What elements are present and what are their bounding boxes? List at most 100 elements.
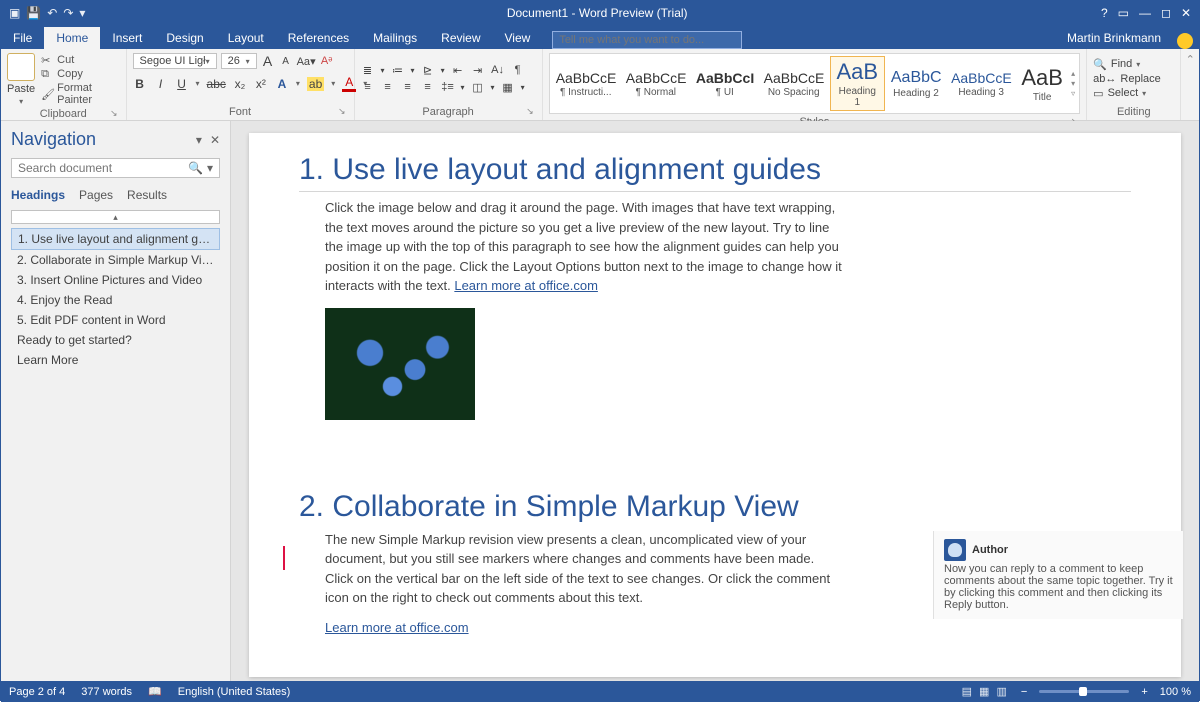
align-left-icon[interactable]: ≡ (361, 81, 375, 93)
font-dialog-icon[interactable]: ↘ (338, 106, 346, 117)
inline-image[interactable] (325, 308, 475, 420)
numbering-icon[interactable]: ≔ (391, 64, 405, 77)
paragraph-dialog-icon[interactable]: ↘ (526, 106, 534, 117)
superscript-button[interactable]: x² (254, 77, 268, 91)
feedback-smiley-icon[interactable] (1177, 33, 1193, 49)
nav-item-6[interactable]: Ready to get started? (11, 330, 220, 350)
increase-indent-icon[interactable]: ⇥ (471, 64, 485, 77)
shading-icon[interactable]: ◫ (471, 81, 485, 94)
subscript-button[interactable]: x₂ (233, 77, 247, 91)
strikethrough-button[interactable]: abc (207, 77, 226, 91)
window-ribbon-opts-icon[interactable]: ▭ (1118, 6, 1129, 20)
styles-row-down-icon[interactable]: ▾ (1071, 79, 1075, 88)
qat-save-icon[interactable]: 💾 (26, 6, 41, 20)
tab-insert[interactable]: Insert (100, 27, 154, 49)
font-size-select[interactable]: 26▾ (221, 53, 257, 69)
tab-mailings[interactable]: Mailings (361, 27, 429, 49)
justify-icon[interactable]: ≡ (421, 81, 435, 93)
style-heading2[interactable]: AaBbCHeading 2 (887, 67, 945, 101)
change-case-button[interactable]: Aa▾ (297, 55, 316, 68)
nav-dropdown-icon[interactable]: ▾ (196, 133, 202, 147)
search-options-icon[interactable]: ▾ (207, 161, 213, 175)
tab-layout[interactable]: Layout (216, 27, 276, 49)
multilevel-icon[interactable]: ⊵ (421, 64, 435, 77)
qat-customize-icon[interactable]: ▾ (79, 6, 85, 20)
shrink-font-icon[interactable]: A (279, 56, 293, 67)
styles-gallery[interactable]: AaBbCcE¶ Instructi... AaBbCcE¶ Normal Aa… (549, 53, 1080, 114)
zoom-slider[interactable] (1039, 690, 1129, 693)
collapse-ribbon-icon[interactable]: ⌃ (1181, 49, 1199, 120)
view-read-icon[interactable]: ▤ (960, 686, 974, 698)
heading-2[interactable]: 2. Collaborate in Simple Markup View (299, 490, 1131, 524)
nav-search[interactable]: 🔍▾ (11, 158, 220, 178)
highlight-button[interactable]: ab (307, 77, 324, 91)
revision-bar[interactable] (283, 546, 285, 570)
tell-me-input[interactable] (552, 31, 742, 49)
decrease-indent-icon[interactable]: ⇤ (451, 64, 465, 77)
bold-button[interactable]: B (133, 77, 147, 91)
paragraph-2[interactable]: The new Simple Markup revision view pres… (325, 530, 845, 608)
format-painter-button[interactable]: 🖌Format Painter (41, 82, 119, 106)
paste-button[interactable]: Paste (7, 83, 35, 95)
status-proofing-icon[interactable]: 📖 (148, 685, 162, 698)
cut-button[interactable]: ✂Cut (41, 54, 119, 66)
italic-button[interactable]: I (154, 77, 168, 91)
styles-row-up-icon[interactable]: ▴ (1071, 69, 1075, 78)
qat-redo-icon[interactable]: ↷ (63, 6, 73, 20)
clipboard-dialog-icon[interactable]: ↘ (110, 108, 118, 119)
window-close-icon[interactable]: ✕ (1181, 6, 1191, 20)
nav-close-icon[interactable]: ✕ (210, 133, 220, 147)
nav-item-3[interactable]: 3. Insert Online Pictures and Video (11, 270, 220, 290)
tab-references[interactable]: References (276, 27, 361, 49)
align-center-icon[interactable]: ≡ (381, 81, 395, 93)
view-web-icon[interactable]: ▥ (995, 686, 1009, 698)
nav-item-7[interactable]: Learn More (11, 350, 220, 370)
status-page[interactable]: Page 2 of 4 (9, 686, 65, 698)
paragraph-1[interactable]: Click the image below and drag it around… (325, 198, 845, 296)
styles-more-icon[interactable]: ▿ (1071, 89, 1075, 98)
link-learn-more-2[interactable]: Learn more at office.com (325, 620, 469, 635)
window-help-icon[interactable]: ? (1101, 6, 1108, 20)
style-ui[interactable]: AaBbCcI¶ UI (692, 68, 758, 100)
signed-in-user[interactable]: Martin Brinkmann (1057, 27, 1171, 49)
tab-home[interactable]: Home (44, 27, 100, 49)
status-language[interactable]: English (United States) (178, 686, 291, 698)
navtab-headings[interactable]: Headings (11, 188, 65, 202)
heading-1[interactable]: 1. Use live layout and alignment guides (299, 153, 1131, 192)
grow-font-icon[interactable]: A (261, 53, 275, 69)
navtab-results[interactable]: Results (127, 188, 167, 202)
zoom-out-icon[interactable]: − (1021, 686, 1027, 698)
nav-item-1[interactable]: 1. Use live layout and alignment gui... (11, 228, 220, 250)
style-title[interactable]: AaBTitle (1017, 63, 1067, 105)
style-nospacing[interactable]: AaBbCcENo Spacing (760, 68, 828, 100)
tab-view[interactable]: View (493, 27, 543, 49)
line-spacing-icon[interactable]: ‡≡ (441, 81, 455, 93)
comment-balloon[interactable]: Author Now you can reply to a comment to… (933, 531, 1183, 619)
tab-review[interactable]: Review (429, 27, 492, 49)
tab-design[interactable]: Design (154, 27, 215, 49)
qat-undo-icon[interactable]: ↶ (47, 6, 57, 20)
copy-button[interactable]: ⧉Copy (41, 68, 119, 80)
align-right-icon[interactable]: ≡ (401, 81, 415, 93)
show-marks-icon[interactable]: ¶ (511, 64, 525, 76)
style-heading3[interactable]: AaBbCcEHeading 3 (947, 68, 1015, 100)
zoom-level[interactable]: 100 % (1160, 686, 1191, 698)
search-icon[interactable]: 🔍 (188, 161, 203, 175)
nav-item-2[interactable]: 2. Collaborate in Simple Markup View (11, 250, 220, 270)
font-name-select[interactable]: Segoe UI Ligł▾ (133, 53, 217, 69)
nav-item-5[interactable]: 5. Edit PDF content in Word (11, 310, 220, 330)
style-heading1[interactable]: AaBHeading 1 (830, 56, 885, 111)
window-minimize-icon[interactable]: — (1139, 6, 1151, 20)
view-print-icon[interactable]: ▦ (977, 686, 991, 698)
underline-button[interactable]: U (175, 77, 189, 91)
style-instructi[interactable]: AaBbCcE¶ Instructi... (552, 68, 620, 100)
borders-icon[interactable]: ▦ (501, 81, 515, 94)
nav-expand-collapse[interactable]: ▴ (11, 210, 220, 224)
sort-icon[interactable]: A↓ (491, 64, 505, 76)
status-words[interactable]: 377 words (81, 686, 132, 698)
style-normal[interactable]: AaBbCcE¶ Normal (622, 68, 690, 100)
nav-item-4[interactable]: 4. Enjoy the Read (11, 290, 220, 310)
select-button[interactable]: ▭Select ▾ (1093, 87, 1161, 100)
document-area[interactable]: 1. Use live layout and alignment guides … (231, 121, 1199, 681)
nav-search-input[interactable] (18, 161, 188, 175)
